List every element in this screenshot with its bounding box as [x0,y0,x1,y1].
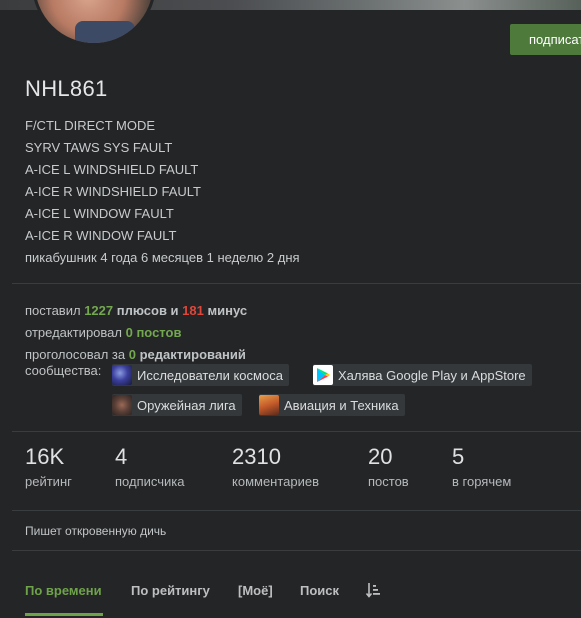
subscribe-button[interactable]: подписаться [510,24,581,55]
subscribers-counter[interactable]: 4 подписчика [115,444,184,489]
bio-line: A-ICE L WINDSHIELD FAULT [25,162,199,177]
edited-value: 0 постов [125,325,182,340]
posts-counter[interactable]: 20 постов [368,444,409,489]
profile-bio: F/CTL DIRECT MODE SYRV TAWS SYS FAULT A-… [25,115,300,269]
username: NHL861 [25,76,108,101]
bio-line: F/CTL DIRECT MODE [25,118,156,133]
rating-counter: 16K рейтинг [25,444,72,489]
community-tag-aviation[interactable]: Авиация и Техника [259,394,405,416]
votes-row: поставил 1227 плюсов и 181 минус [25,303,248,318]
hot-counter[interactable]: 5 в горячем [452,444,511,489]
gun-icon [112,395,132,415]
user-note: Пишет откровенную дичь [12,510,581,551]
edited-row: отредактировал 0 постов [25,325,182,340]
sort-tabs: По времени По рейтингу [Моё] Поиск [0,566,581,618]
bio-line: SYRV TAWS SYS FAULT [25,140,173,155]
bio-line: A-ICE R WINDOW FAULT [25,228,177,243]
community-name: Исследователи космоса [137,367,283,383]
plus-count: 1227 [84,303,114,318]
profile-counters: 16K рейтинг 4 подписчика 2310 комментари… [0,444,581,494]
community-name: Авиация и Техника [284,397,399,413]
community-tag-google-play[interactable]: Халява Google Play и AppStore [313,364,532,386]
minus-count: 181 [182,303,204,318]
community-name: Оружейная лига [137,397,236,413]
aviation-icon [259,395,279,415]
tab-mine[interactable]: [Моё] [238,583,273,598]
comments-counter[interactable]: 2310 комментариев [232,444,319,489]
community-tag-space[interactable]: Исследователи космоса [112,364,289,386]
divider [12,431,581,432]
bio-line: A-ICE L WINDOW FAULT [25,206,174,221]
divider [12,283,581,284]
bio-line: A-ICE R WINDSHIELD FAULT [25,184,202,199]
space-icon [112,365,132,385]
community-name: Халява Google Play и AppStore [338,367,526,383]
member-since: пикабушник 4 года 6 месяцев 1 неделю 2 д… [25,250,300,265]
user-note-text: Пишет откровенную дичь [25,524,167,538]
activity-stats: поставил 1227 плюсов и 181 минус отредак… [25,300,247,366]
tab-search[interactable]: Поиск [300,583,339,598]
sort-order-icon[interactable] [365,582,381,598]
tab-by-rating[interactable]: По рейтингу [131,583,210,598]
voted-count: 0 [128,347,136,362]
active-tab-indicator [25,613,103,616]
communities-label: сообщества: [25,363,102,378]
avatar[interactable] [32,0,156,46]
tab-by-time[interactable]: По времени [25,583,102,598]
community-tag-guns[interactable]: Оружейная лига [112,394,242,416]
google-play-icon [313,365,333,385]
